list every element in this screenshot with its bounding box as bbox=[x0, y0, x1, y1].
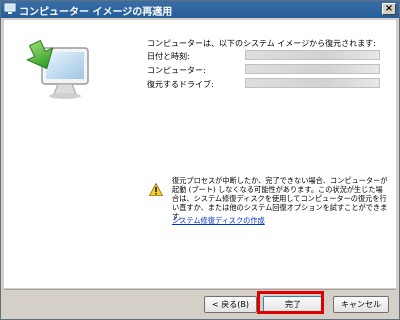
back-button[interactable]: < 戻る(B) bbox=[204, 296, 257, 313]
app-icon bbox=[4, 3, 16, 14]
close-icon: × bbox=[384, 3, 394, 14]
computer-value bbox=[245, 64, 380, 74]
computer-restore-icon bbox=[26, 39, 89, 99]
dialog-content: コンピューターは、以下のシステム イメージから復元されます: 日付と時刻: コン… bbox=[4, 20, 396, 288]
left-panel bbox=[4, 20, 132, 288]
create-repair-disc-link[interactable]: システム修復ディスクの作成 bbox=[172, 216, 265, 226]
finish-button-highlight bbox=[257, 291, 324, 314]
date-time-label: 日付と時刻: bbox=[147, 52, 190, 61]
restore-image-dialog: コンピューター イメージの再適用 × コンピューターは、以下のシステム イメージ… bbox=[0, 0, 400, 320]
warning-message: 復元プロセスが中断したか、完了できない場合、コンピューターが起動 (ブート) し… bbox=[172, 176, 388, 221]
warning-icon bbox=[149, 183, 163, 196]
window-title: コンピューター イメージの再適用 bbox=[19, 7, 173, 18]
computer-label: コンピューター: bbox=[147, 66, 206, 75]
date-time-value bbox=[245, 50, 380, 60]
cancel-button[interactable]: キャンセル bbox=[333, 296, 389, 313]
restore-drive-value bbox=[245, 78, 380, 88]
button-bar: < 戻る(B) 完了 キャンセル bbox=[4, 289, 396, 318]
restore-drive-label: 復元するドライブ: bbox=[147, 80, 214, 89]
close-button[interactable]: × bbox=[382, 3, 396, 15]
restore-description: コンピューターは、以下のシステム イメージから復元されます: bbox=[147, 39, 376, 48]
title-bar[interactable]: コンピューター イメージの再適用 × bbox=[1, 1, 399, 18]
